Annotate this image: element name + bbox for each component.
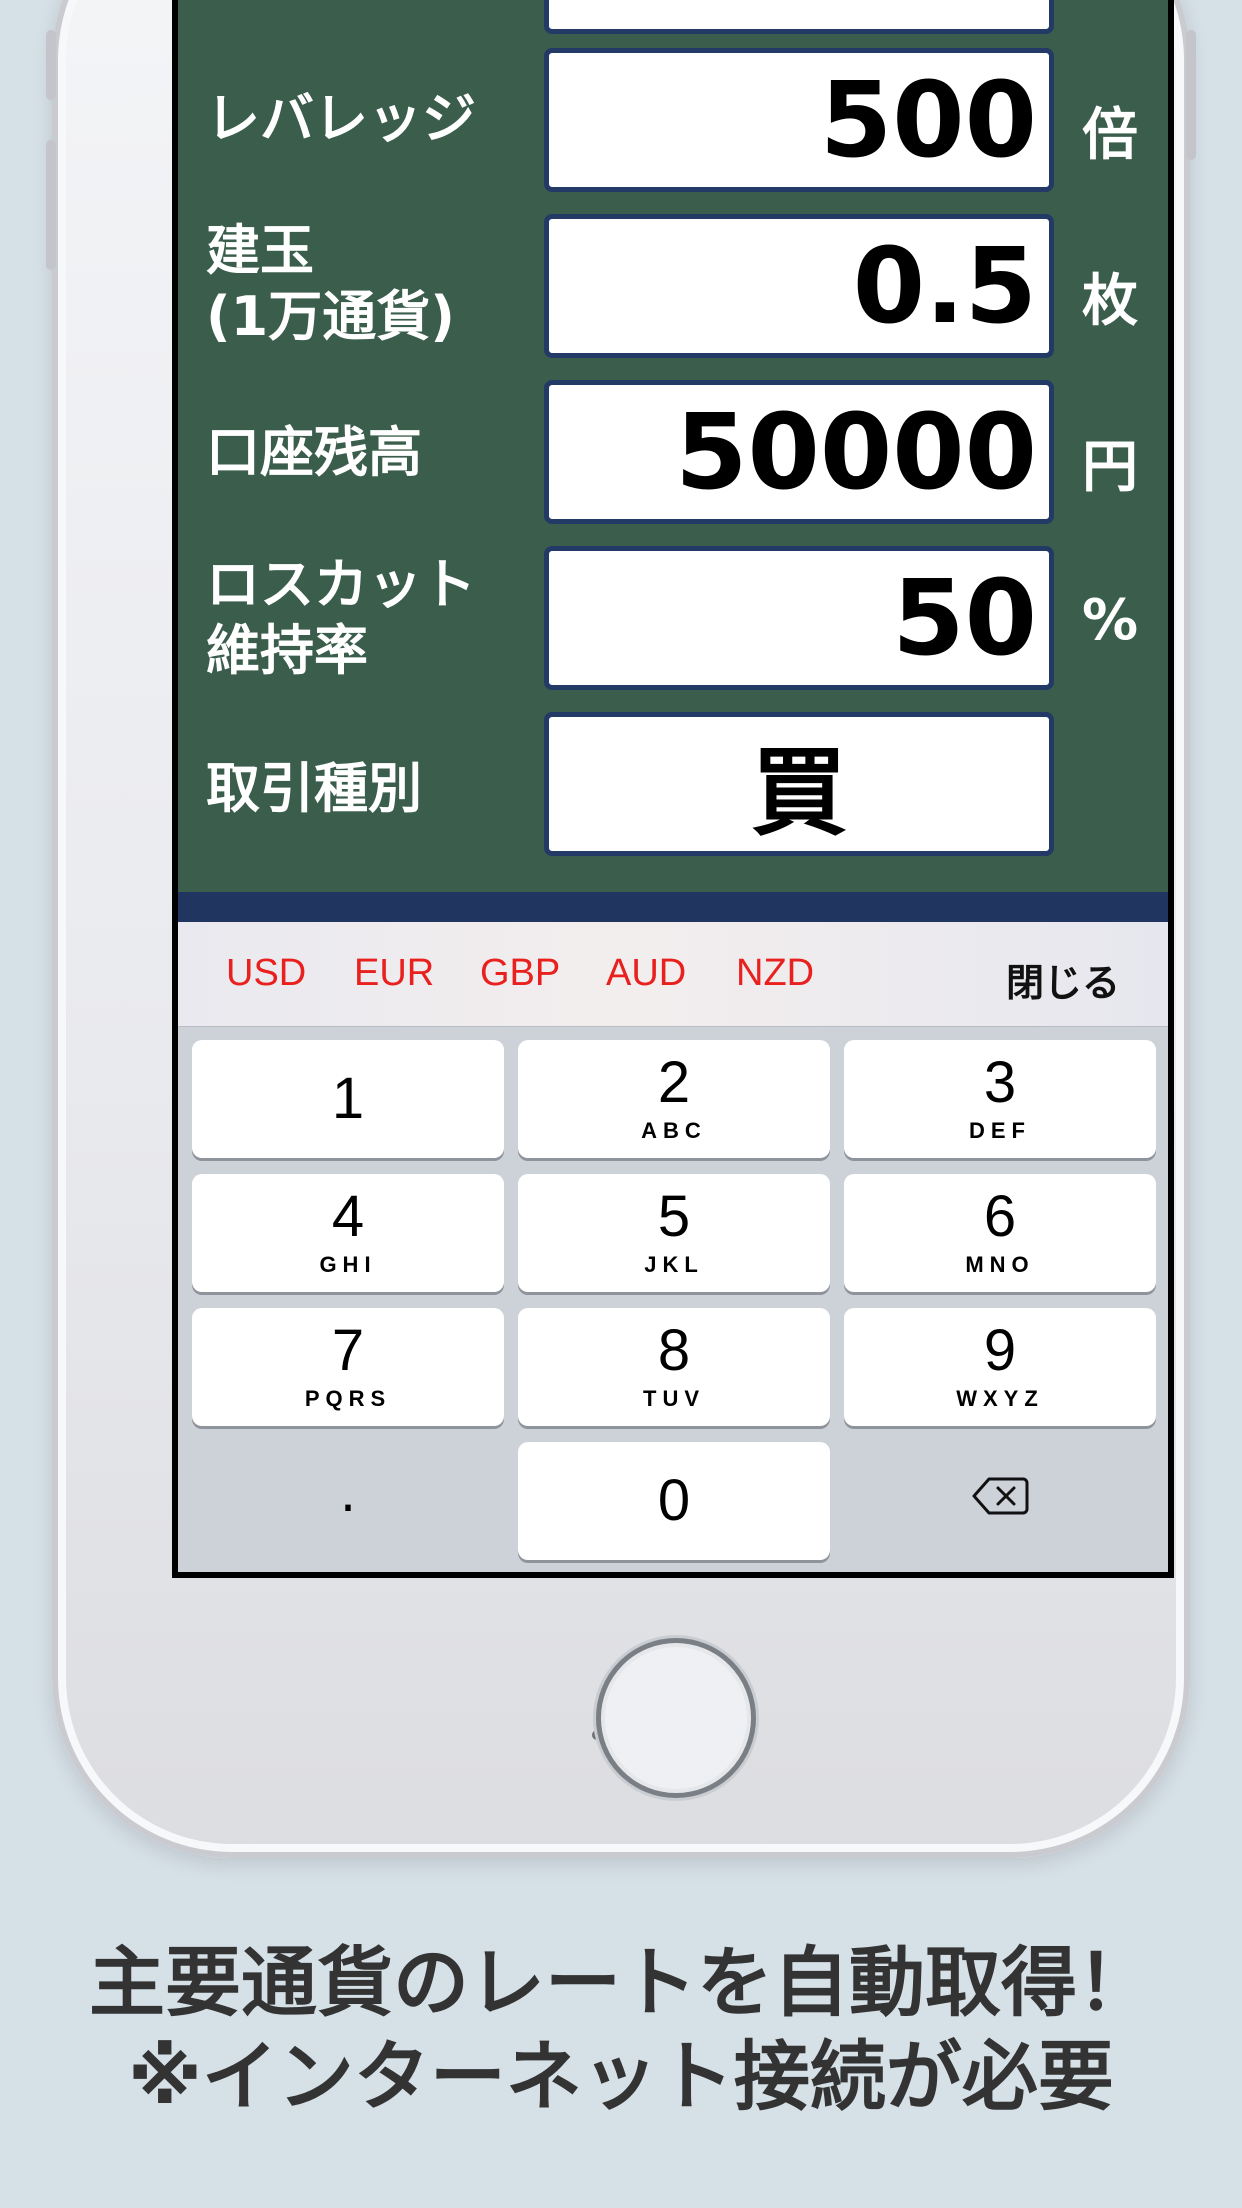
backspace-key[interactable] xyxy=(844,1442,1156,1560)
key-2[interactable]: 2 ABC xyxy=(518,1040,830,1158)
losscut-unit: % xyxy=(1082,588,1139,653)
key-digit: 7 xyxy=(331,1318,365,1383)
key-digit: 1 xyxy=(331,1066,365,1131)
screen: レバレッジ 500 倍 建玉 (1万通貨) 0.5 枚 口座残高 50000 円… xyxy=(172,0,1174,1578)
leverage-label: レバレッジ xyxy=(206,87,476,150)
key-4[interactable]: 4 GHI xyxy=(192,1174,504,1292)
key-digit: 3 xyxy=(983,1050,1017,1115)
key-dot[interactable]: . xyxy=(192,1442,504,1560)
balance-label: 口座残高 xyxy=(206,421,422,484)
key-digit: 0 xyxy=(657,1468,691,1533)
key-0[interactable]: 0 xyxy=(518,1442,830,1560)
caption-line-1: 主要通貨のレートを自動取得！ xyxy=(89,1938,1153,2027)
balance-input[interactable]: 50000 xyxy=(544,380,1054,524)
leverage-input[interactable]: 500 xyxy=(544,48,1054,192)
divider xyxy=(178,892,1168,922)
caption-line-2: ※インターネット接続が必要 xyxy=(128,2032,1114,2121)
key-letters: JKL xyxy=(644,1252,704,1277)
trade-type-label: 取引種別 xyxy=(206,757,422,820)
key-digit: 2 xyxy=(657,1050,691,1115)
currency-gbp-button[interactable]: GBP xyxy=(480,952,560,995)
leverage-unit: 倍 xyxy=(1082,103,1138,168)
key-3[interactable]: 3 DEF xyxy=(844,1040,1156,1158)
currency-nzd-button[interactable]: NZD xyxy=(736,952,814,995)
app-view: レバレッジ 500 倍 建玉 (1万通貨) 0.5 枚 口座残高 50000 円… xyxy=(178,0,1168,1572)
key-7[interactable]: 7 PQRS xyxy=(192,1308,504,1426)
key-letters: TUV xyxy=(643,1386,705,1411)
key-5[interactable]: 5 JKL xyxy=(518,1174,830,1292)
key-letters: WXYZ xyxy=(956,1386,1044,1411)
position-input[interactable]: 0.5 xyxy=(544,214,1054,358)
position-label: 建玉 (1万通貨) xyxy=(206,219,455,348)
position-unit: 枚 xyxy=(1082,269,1138,334)
currency-usd-button[interactable]: USD xyxy=(226,952,306,995)
losscut-label: ロスカット 維持率 xyxy=(206,553,476,682)
key-digit: 8 xyxy=(657,1318,691,1383)
key-letters: MNO xyxy=(965,1252,1035,1277)
key-9[interactable]: 9 WXYZ xyxy=(844,1308,1156,1426)
numeric-keyboard: USD EUR GBP AUD NZD 閉じる 1 2 ABC 3 DEF 4 … xyxy=(178,922,1168,1572)
key-digit: 9 xyxy=(983,1318,1017,1383)
partial-field[interactable] xyxy=(544,0,1054,34)
trade-type-selector[interactable]: 買 xyxy=(544,712,1054,856)
side-button xyxy=(1186,30,1196,160)
key-letters: GHI xyxy=(319,1252,377,1277)
home-button[interactable] xyxy=(596,1638,756,1798)
side-button xyxy=(46,30,56,100)
key-letters: DEF xyxy=(969,1118,1031,1143)
keyboard-accessory-bar: USD EUR GBP AUD NZD 閉じる xyxy=(178,922,1168,1027)
side-button xyxy=(46,140,56,270)
key-1[interactable]: 1 xyxy=(192,1040,504,1158)
key-digit: 5 xyxy=(657,1184,691,1249)
balance-unit: 円 xyxy=(1082,435,1138,500)
close-button[interactable]: 閉じる xyxy=(1006,952,1120,1007)
losscut-input[interactable]: 50 xyxy=(544,546,1054,690)
currency-eur-button[interactable]: EUR xyxy=(354,952,434,995)
key-8[interactable]: 8 TUV xyxy=(518,1308,830,1426)
backspace-icon xyxy=(844,1476,1156,1520)
currency-aud-button[interactable]: AUD xyxy=(606,952,686,995)
key-digit: 4 xyxy=(331,1184,365,1249)
key-dot-label: . xyxy=(339,1464,357,1524)
phone-frame: レバレッジ 500 倍 建玉 (1万通貨) 0.5 枚 口座残高 50000 円… xyxy=(46,0,1196,1858)
key-letters: ABC xyxy=(641,1118,707,1143)
key-digit: 6 xyxy=(983,1184,1017,1249)
key-letters: PQRS xyxy=(304,1386,392,1411)
key-6[interactable]: 6 MNO xyxy=(844,1174,1156,1292)
